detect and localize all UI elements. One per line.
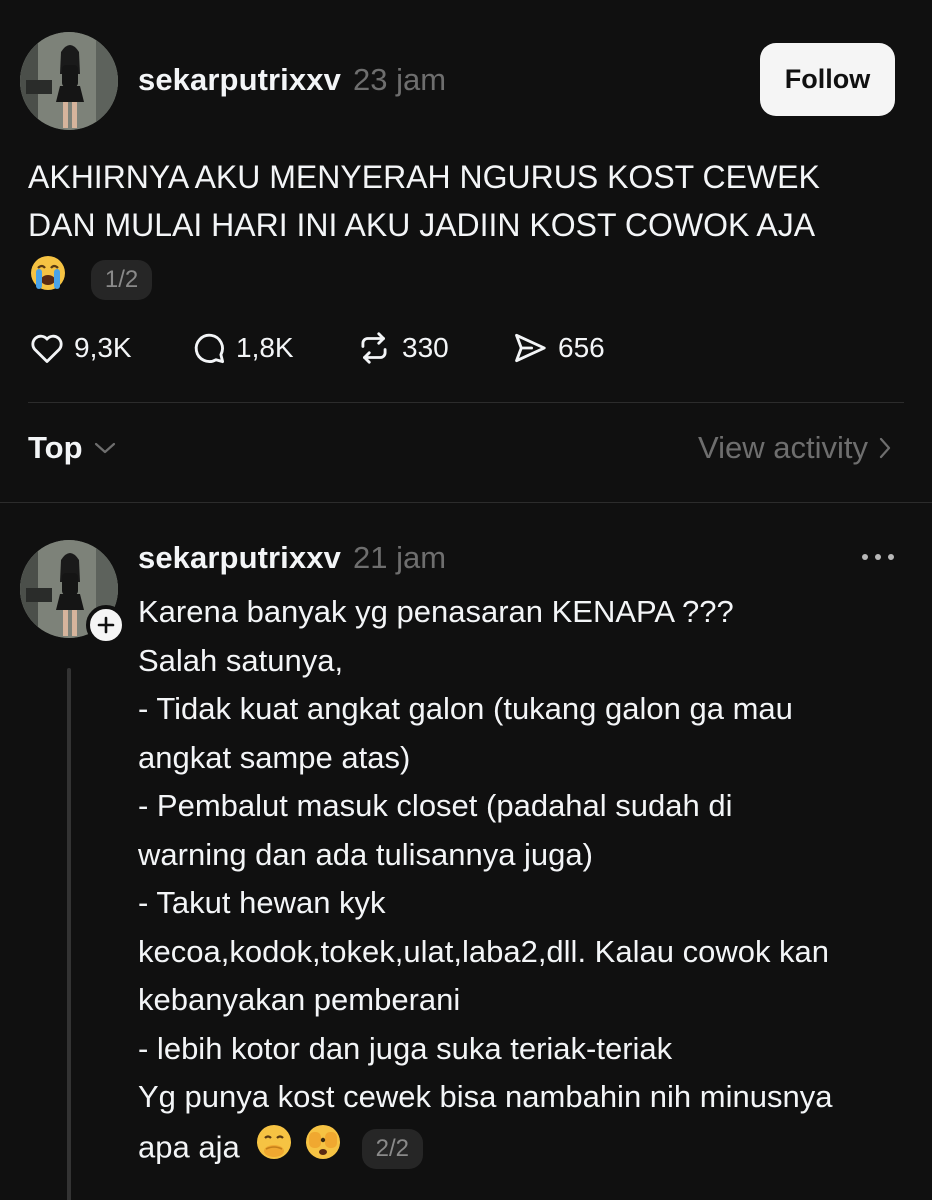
- sort-dropdown[interactable]: Top: [28, 430, 117, 466]
- author-username[interactable]: sekarputrixxv: [138, 62, 341, 98]
- view-activity-link[interactable]: View activity: [698, 430, 892, 466]
- reply-text-line: Yg punya kost cewek bisa nambahin nih mi…: [138, 1079, 833, 1114]
- repost-icon: [361, 332, 387, 364]
- loudly-crying-face-icon: [28, 253, 68, 306]
- comment-icon: [194, 333, 225, 364]
- more-dot-icon: [888, 554, 894, 560]
- like-button[interactable]: 9,3K: [28, 325, 132, 371]
- reply-body: Karena banyak yg penasaran KENAPA ??? Sa…: [138, 588, 918, 1176]
- post-text-emoji-line: 1/2: [28, 253, 908, 309]
- view-activity-label: View activity: [698, 430, 868, 465]
- page-indicator: 1/2: [90, 259, 153, 300]
- post-text-line: DAN MULAI HARI INI AKU JADIIN KOST COWOK…: [28, 207, 816, 243]
- chevron-down-icon: [94, 442, 115, 454]
- reply-text-line: warning dan ada tulisannya juga): [138, 836, 593, 872]
- reply-text-line: kebanyakan pemberani: [138, 982, 461, 1017]
- plus-icon: [97, 616, 115, 634]
- comment-button[interactable]: 1,8K: [190, 325, 294, 371]
- like-count: 9,3K: [74, 332, 132, 363]
- more-options-button[interactable]: [858, 542, 898, 572]
- sort-label: Top: [28, 430, 83, 465]
- reply-text-line: apa aja: [138, 1128, 240, 1164]
- reply-text-line: - Takut hewan kyk: [138, 885, 386, 920]
- reply-text-line: - Tidak kuat angkat galon (tukang galon …: [138, 691, 793, 726]
- reply-text-last-line: apa aja 2/2: [138, 1122, 918, 1177]
- post-body: AKHIRNYA AKU MENYERAH NGURUS KOST CEWEK …: [28, 153, 908, 309]
- repost-count: 330: [402, 332, 449, 363]
- repost-button[interactable]: 330: [354, 325, 449, 371]
- share-count: 656: [558, 332, 605, 363]
- send-icon: [515, 333, 546, 363]
- post-timestamp: 23 jam: [353, 62, 447, 97]
- reply-text-line: kecoa,kodok,tokek,ulat,laba2,dll. Kalau …: [138, 933, 830, 969]
- post-text-line: AKHIRNYA AKU MENYERAH NGURUS KOST CEWEK: [28, 159, 820, 195]
- comment-count: 1,8K: [236, 332, 294, 363]
- share-button[interactable]: 656: [510, 325, 605, 371]
- divider: [28, 402, 904, 403]
- reply-text-line: Salah satunya,: [138, 642, 344, 678]
- page-indicator: 2/2: [361, 1128, 423, 1169]
- reply-text-line: Karena banyak yg penasaran KENAPA ???: [138, 594, 734, 629]
- face-with-peeking-eye-icon: [303, 1122, 343, 1177]
- more-dot-icon: [875, 554, 881, 560]
- chevron-right-icon: [879, 437, 891, 459]
- reply-text-line: - lebih kotor dan juga suka teriak-teria…: [138, 1030, 673, 1066]
- follow-plus-button[interactable]: [86, 605, 126, 645]
- thread-connector-line: [67, 668, 71, 1200]
- reply-text-line: angkat sampe atas): [138, 739, 411, 775]
- follow-button[interactable]: Follow: [760, 43, 895, 116]
- reply-username[interactable]: sekarputrixxv: [138, 540, 341, 576]
- more-dot-icon: [862, 554, 868, 560]
- divider: [0, 502, 932, 503]
- heart-icon: [31, 334, 63, 363]
- reply-text-line: - Pembalut masuk closet (padahal sudah d…: [138, 788, 733, 823]
- author-avatar[interactable]: [20, 32, 118, 130]
- face-with-hand-over-mouth-icon: [254, 1122, 294, 1177]
- reply-timestamp: 21 jam: [353, 540, 447, 575]
